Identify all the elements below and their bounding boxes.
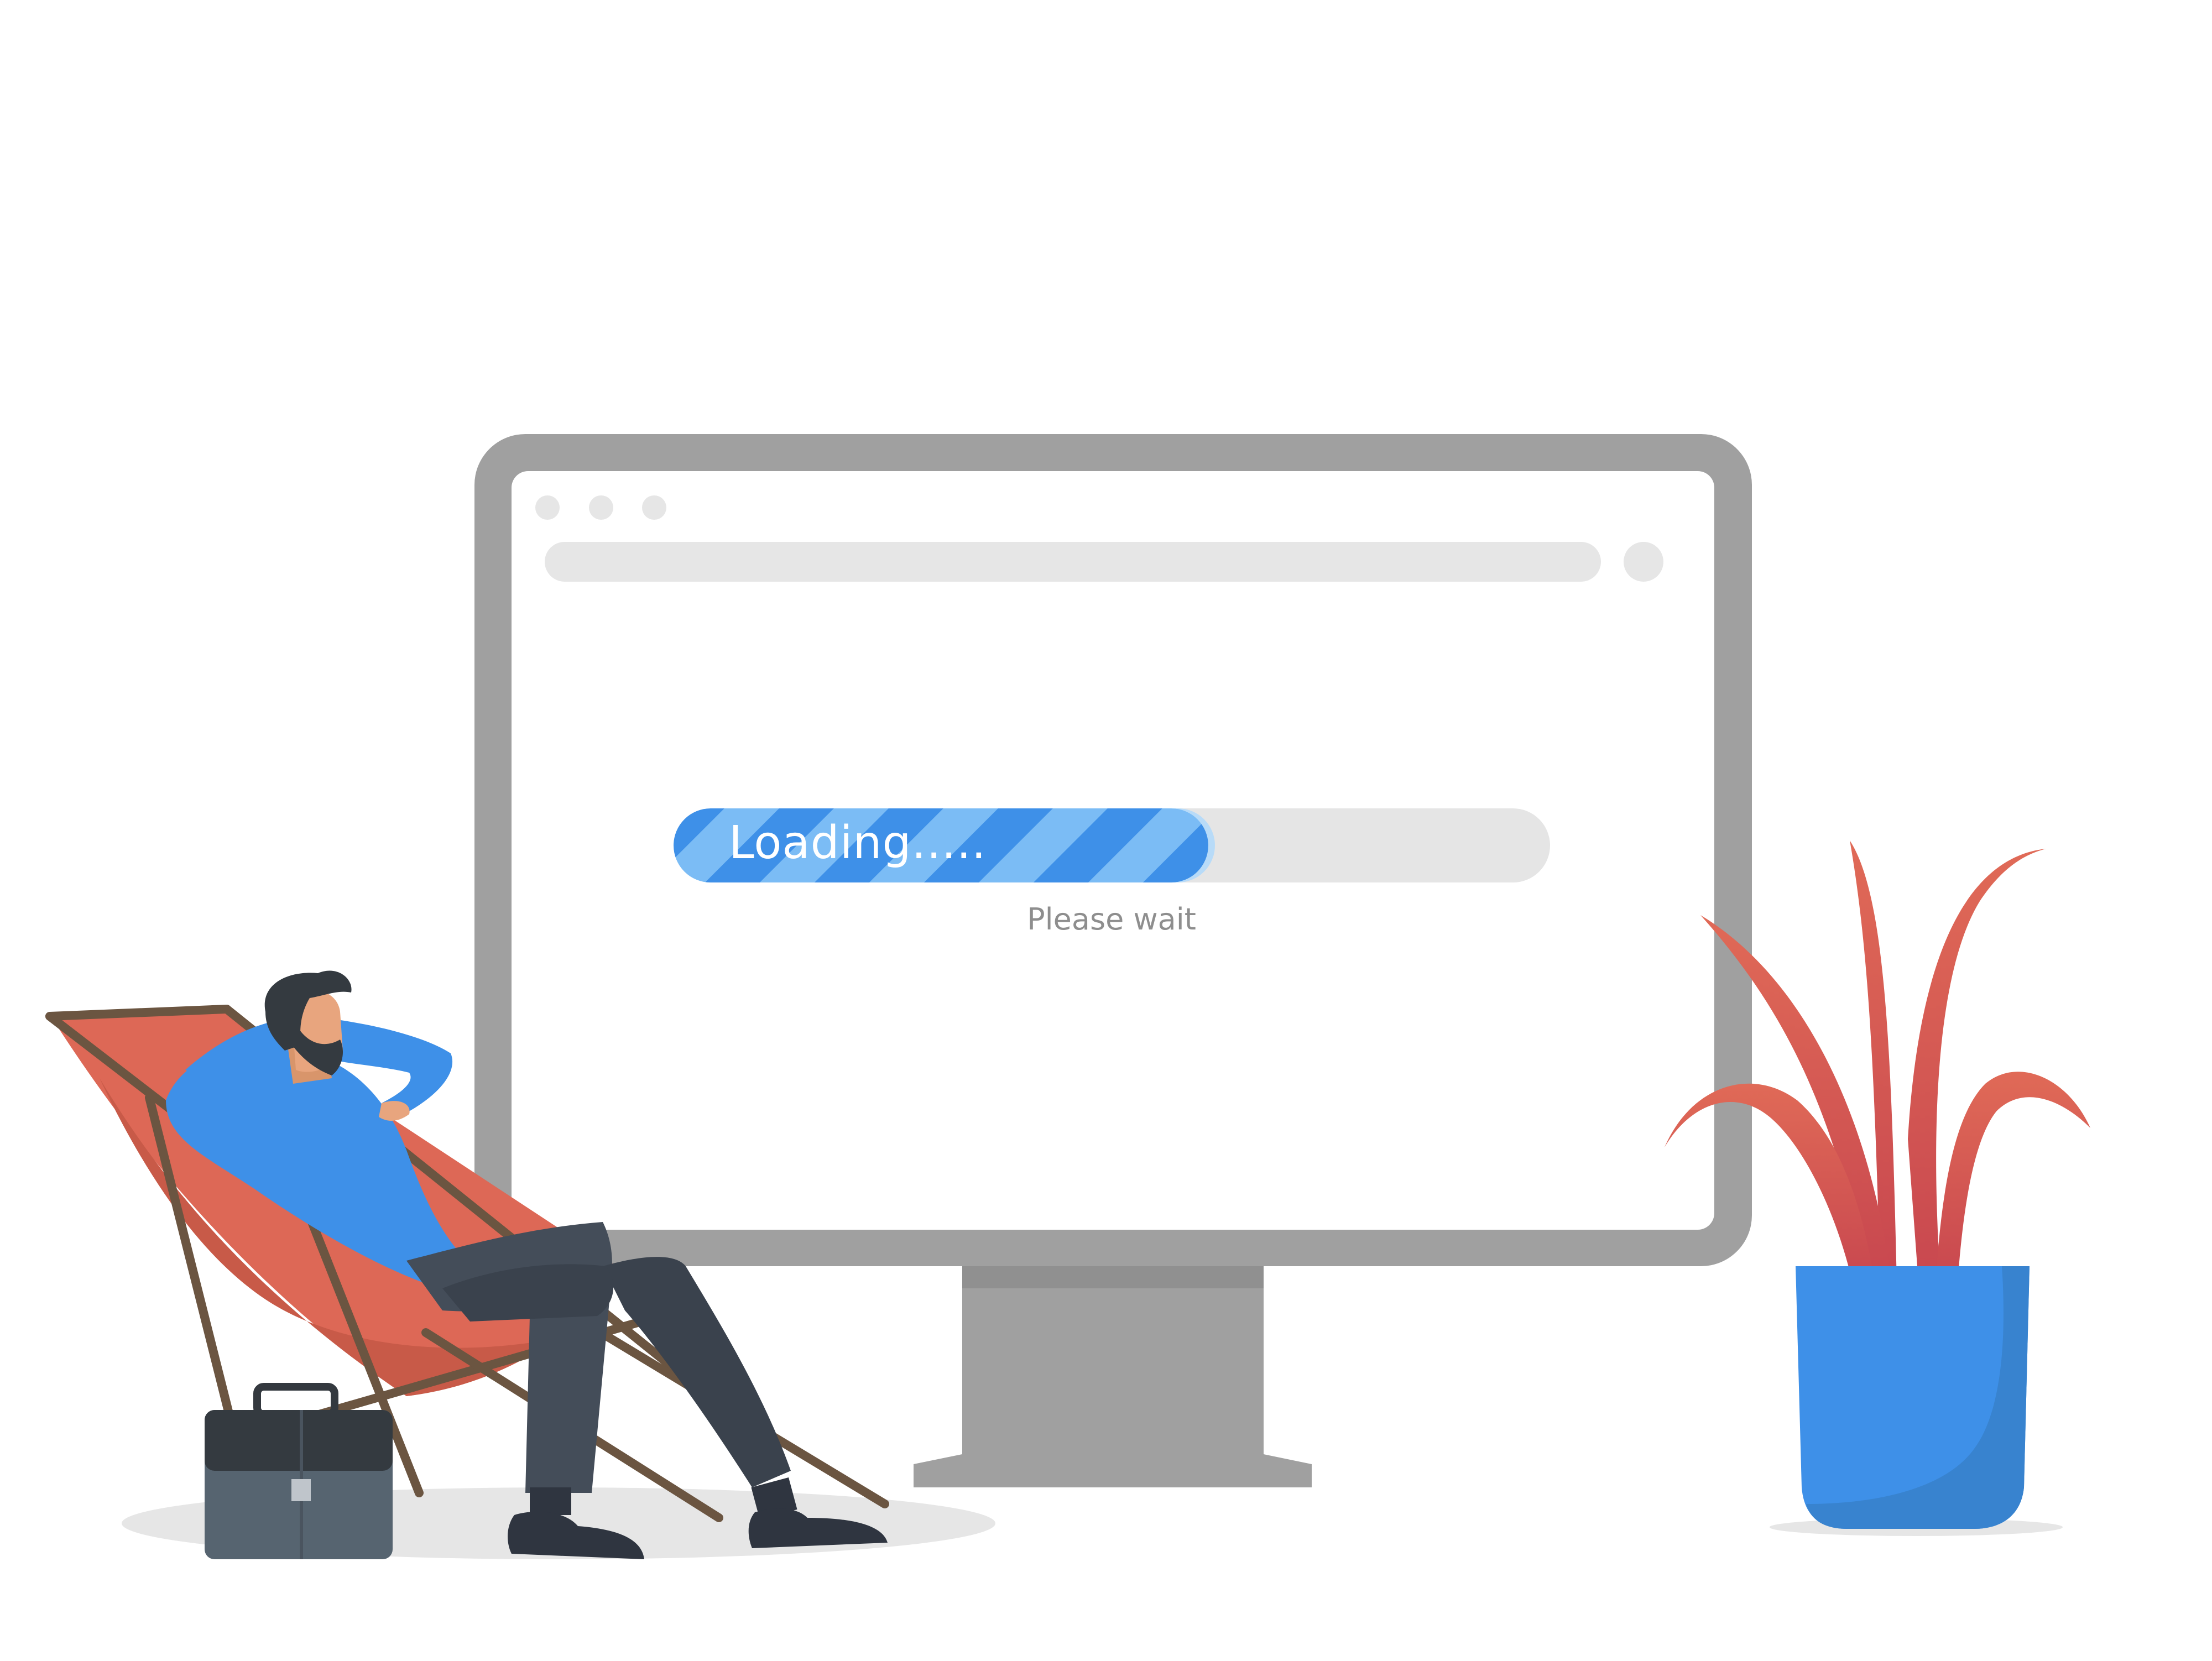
window-dot-icon	[589, 495, 613, 520]
briefcase	[205, 1383, 393, 1559]
window-control-dots	[535, 495, 666, 520]
illustration-scene: Loading..... Please wait	[0, 0, 2212, 1659]
address-bar[interactable]	[545, 542, 1601, 582]
monitor	[474, 434, 1752, 1266]
address-bar-button[interactable]	[1624, 542, 1663, 582]
window-dot-icon	[642, 495, 666, 520]
monitor-stand	[914, 1266, 1312, 1487]
loading-label: Loading.....	[729, 817, 987, 869]
window-dot-icon	[535, 495, 560, 520]
please-wait-label: Please wait	[1027, 902, 1196, 937]
